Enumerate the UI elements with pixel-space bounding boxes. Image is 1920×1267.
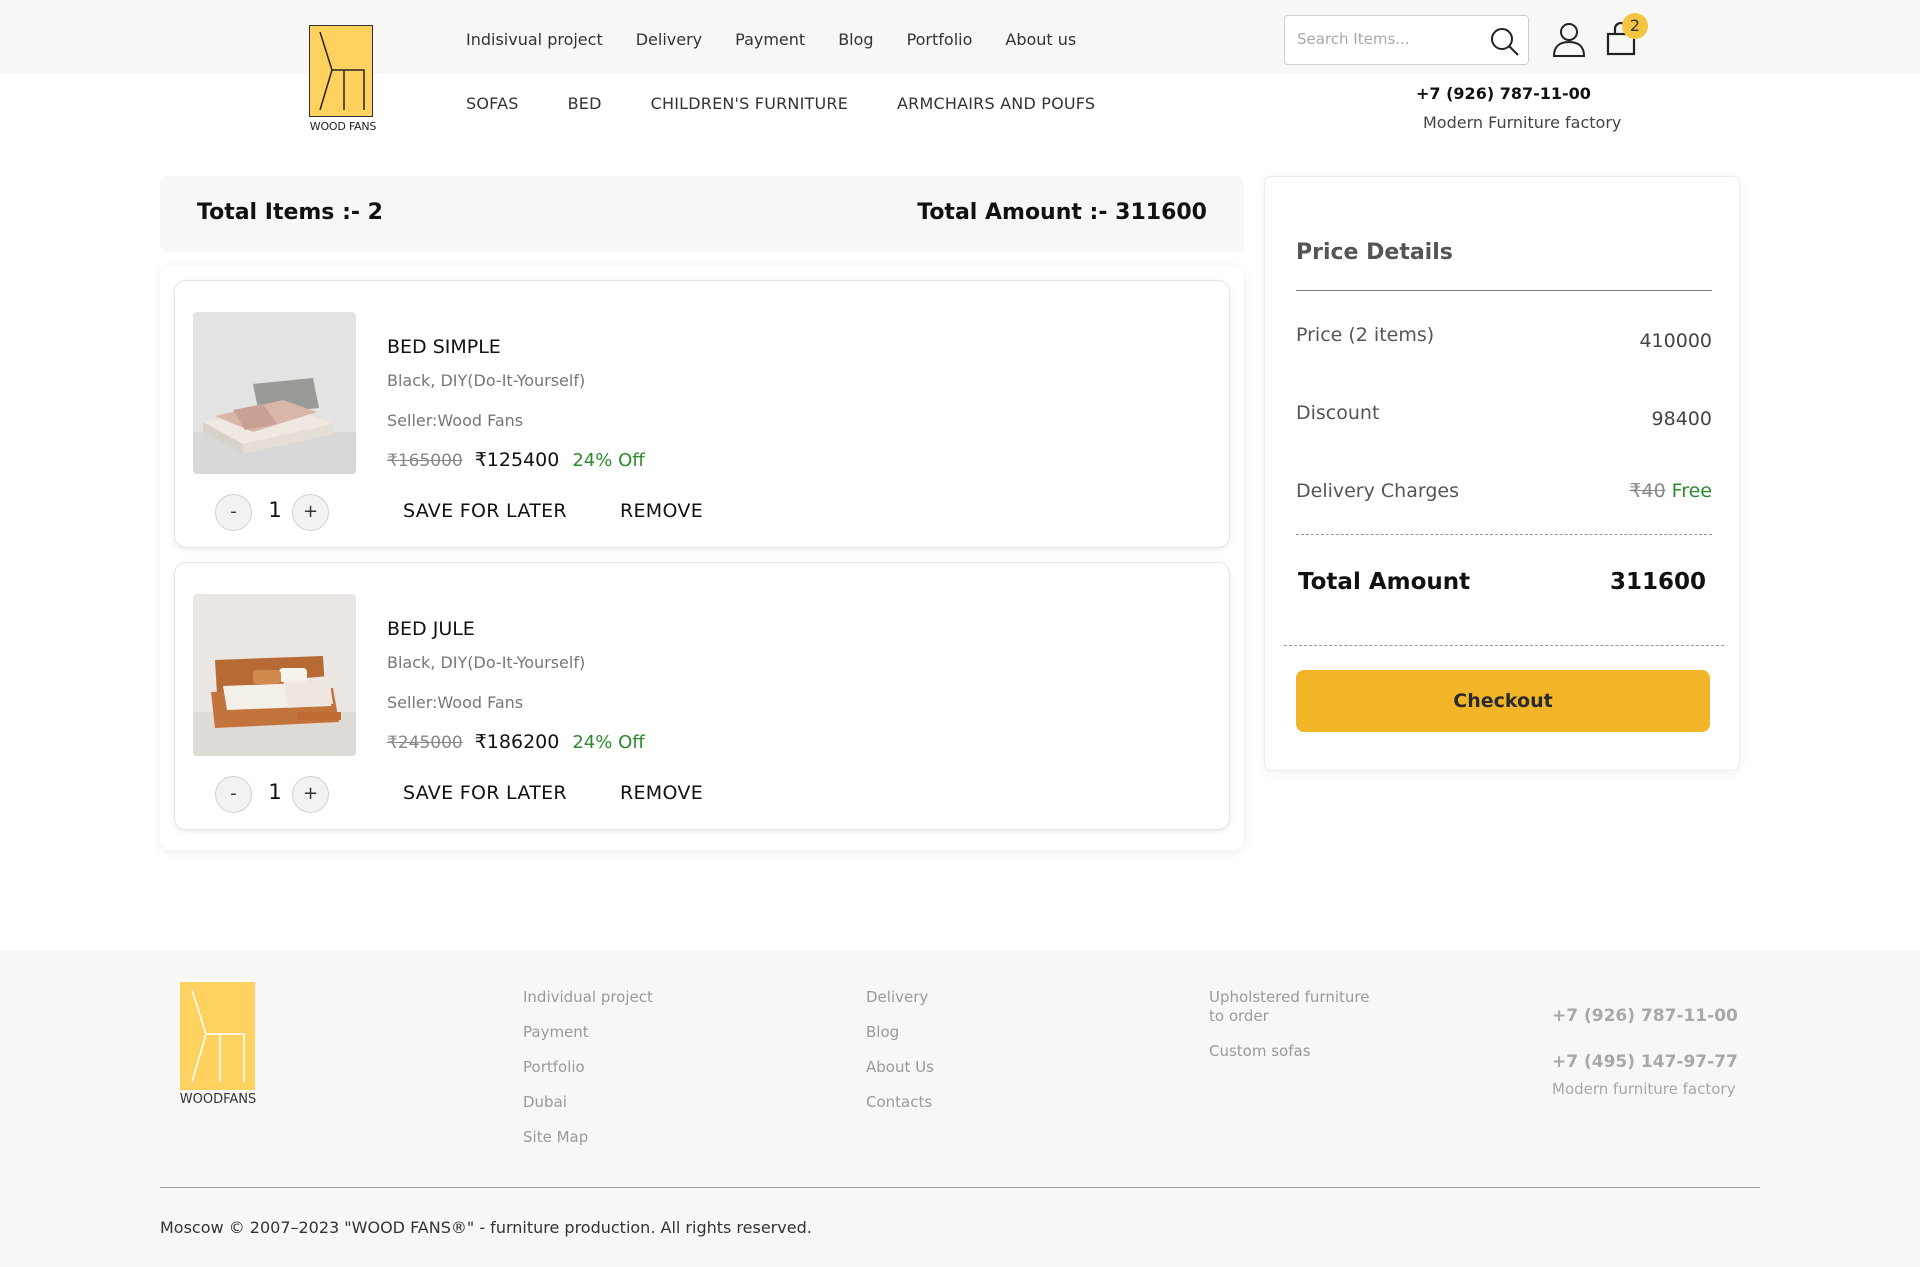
search-icon[interactable] [1489, 26, 1521, 58]
footer-logo-text: WOODFANS [179, 1092, 257, 1107]
footer-link-portfolio[interactable]: Portfolio [523, 1058, 653, 1077]
footer-phone-2[interactable]: +7 (495) 147-97-77 [1552, 1052, 1738, 1072]
price-details-card: Price Details Price (2 items) 410000 Dis… [1264, 176, 1740, 771]
nav-item-delivery[interactable]: Delivery [636, 30, 702, 49]
increase-qty-button[interactable]: + [292, 494, 329, 531]
footer: WOODFANS Individual project Payment Port… [0, 950, 1920, 1267]
discount-percent: 24% Off [572, 732, 645, 753]
product-seller: Seller:Wood Fans [387, 411, 524, 430]
product-prices: ₹245000 ₹186200 24% Off [387, 731, 645, 753]
footer-column-2: Delivery Blog About Us Contacts [866, 988, 934, 1128]
discount-value: 98400 [1651, 408, 1712, 430]
nav-item-blog[interactable]: Blog [838, 30, 873, 49]
sale-price: ₹125400 [474, 449, 560, 471]
save-for-later-button[interactable]: SAVE FOR LATER [403, 500, 567, 522]
footer-link-delivery[interactable]: Delivery [866, 988, 934, 1007]
header-tagline: Modern Furniture factory [1423, 113, 1622, 132]
user-icon[interactable] [1552, 22, 1586, 58]
price-label: Price (2 items) [1296, 324, 1435, 346]
logo-text: WOOD FANS [309, 120, 377, 133]
footer-link-dubai[interactable]: Dubai [523, 1093, 653, 1112]
product-seller: Seller:Wood Fans [387, 693, 524, 712]
cart-summary-bar: Total Items :- 2 Total Amount :- 311600 [160, 176, 1244, 252]
product-variant: Black, DIY(Do-It-Yourself) [387, 653, 586, 672]
discount-row: Discount 98400 [1296, 402, 1712, 430]
footer-link-site-map[interactable]: Site Map [523, 1128, 653, 1147]
logo[interactable] [309, 25, 373, 117]
remove-button[interactable]: REMOVE [620, 500, 703, 522]
product-variant: Black, DIY(Do-It-Yourself) [387, 371, 586, 390]
category-bed[interactable]: BED [568, 94, 602, 113]
footer-column-3: Upholstered furniture to order Custom so… [1209, 988, 1389, 1077]
quantity-value: 1 [268, 498, 282, 522]
category-armchairs-poufs[interactable]: ARMCHAIRS AND POUFS [897, 94, 1095, 113]
footer-link-blog[interactable]: Blog [866, 1023, 934, 1042]
product-name[interactable]: BED SIMPLE [387, 336, 501, 358]
cart-count-badge: 2 [1622, 13, 1648, 39]
search-box [1284, 15, 1529, 65]
decrease-qty-button[interactable]: - [215, 776, 252, 813]
footer-divider [160, 1187, 1760, 1188]
remove-button[interactable]: REMOVE [620, 782, 703, 804]
chair-logo-icon [191, 989, 245, 1083]
footer-link-upholstered-furniture[interactable]: Upholstered furniture to order [1209, 988, 1389, 1026]
cart-item: BED SIMPLE Black, DIY(Do-It-Yourself) Se… [174, 280, 1230, 548]
delivery-label: Delivery Charges [1296, 480, 1459, 502]
product-image-bed-simple[interactable] [193, 312, 356, 474]
footer-logo[interactable] [180, 982, 255, 1090]
total-amount-label: Total Amount [1298, 569, 1471, 595]
footer-column-1: Individual project Payment Portfolio Dub… [523, 988, 653, 1163]
footer-link-individual-project[interactable]: Individual project [523, 988, 653, 1007]
total-amount: Total Amount :- 311600 [917, 200, 1207, 225]
discount-percent: 24% Off [572, 450, 645, 471]
quantity-value: 1 [268, 780, 282, 804]
sale-price: ₹186200 [474, 731, 560, 753]
nav-item-payment[interactable]: Payment [735, 30, 805, 49]
product-name[interactable]: BED JULE [387, 618, 475, 640]
header-phone[interactable]: +7 (926) 787-11-00 [1416, 84, 1591, 103]
footer-link-custom-sofas[interactable]: Custom sofas [1209, 1042, 1389, 1061]
product-prices: ₹165000 ₹125400 24% Off [387, 449, 645, 471]
delivery-free: Free [1671, 480, 1712, 502]
product-image-bed-jule[interactable] [193, 594, 356, 756]
checkout-button[interactable]: Checkout [1296, 670, 1710, 732]
price-details-title: Price Details [1296, 240, 1453, 265]
decrease-qty-button[interactable]: - [215, 494, 252, 531]
total-items: Total Items :- 2 [197, 200, 383, 225]
chair-logo-icon [319, 31, 365, 111]
footer-phone-1[interactable]: +7 (926) 787-11-00 [1552, 1006, 1738, 1026]
search-input[interactable] [1297, 30, 1477, 48]
nav-item-individual-project[interactable]: Indisivual project [466, 30, 603, 49]
divider [1296, 290, 1712, 291]
delivery-value-group: ₹40 Free [1629, 480, 1712, 502]
top-nav: Indisivual project Delivery Payment Blog… [466, 30, 1109, 49]
price-value: 410000 [1639, 330, 1712, 352]
category-childrens-furniture[interactable]: CHILDREN'S FURNITURE [651, 94, 848, 113]
discount-label: Discount [1296, 402, 1380, 424]
price-row: Price (2 items) 410000 [1296, 324, 1712, 352]
cart-item: BED JULE Black, DIY(Do-It-Yourself) Sell… [174, 562, 1230, 830]
footer-link-payment[interactable]: Payment [523, 1023, 653, 1042]
divider [1296, 534, 1712, 535]
delivery-row: Delivery Charges ₹40 Free [1296, 480, 1712, 502]
total-amount-value: 311600 [1609, 569, 1706, 595]
footer-link-contacts[interactable]: Contacts [866, 1093, 934, 1112]
delivery-original-charge: ₹40 [1629, 480, 1666, 502]
copyright: Moscow © 2007–2023 "WOOD FANS®" - furnit… [160, 1218, 812, 1237]
save-for-later-button[interactable]: SAVE FOR LATER [403, 782, 567, 804]
nav-item-portfolio[interactable]: Portfolio [907, 30, 973, 49]
increase-qty-button[interactable]: + [292, 776, 329, 813]
cart-list: BED SIMPLE Black, DIY(Do-It-Yourself) Se… [160, 266, 1244, 850]
original-price: ₹245000 [387, 733, 463, 753]
divider [1284, 645, 1724, 646]
category-nav: SOFAS BED CHILDREN'S FURNITURE ARMCHAIRS… [466, 94, 1144, 113]
footer-tagline: Modern furniture factory [1552, 1080, 1736, 1098]
nav-item-about-us[interactable]: About us [1005, 30, 1076, 49]
category-sofas[interactable]: SOFAS [466, 94, 519, 113]
footer-link-about-us[interactable]: About Us [866, 1058, 934, 1077]
original-price: ₹165000 [387, 451, 463, 471]
